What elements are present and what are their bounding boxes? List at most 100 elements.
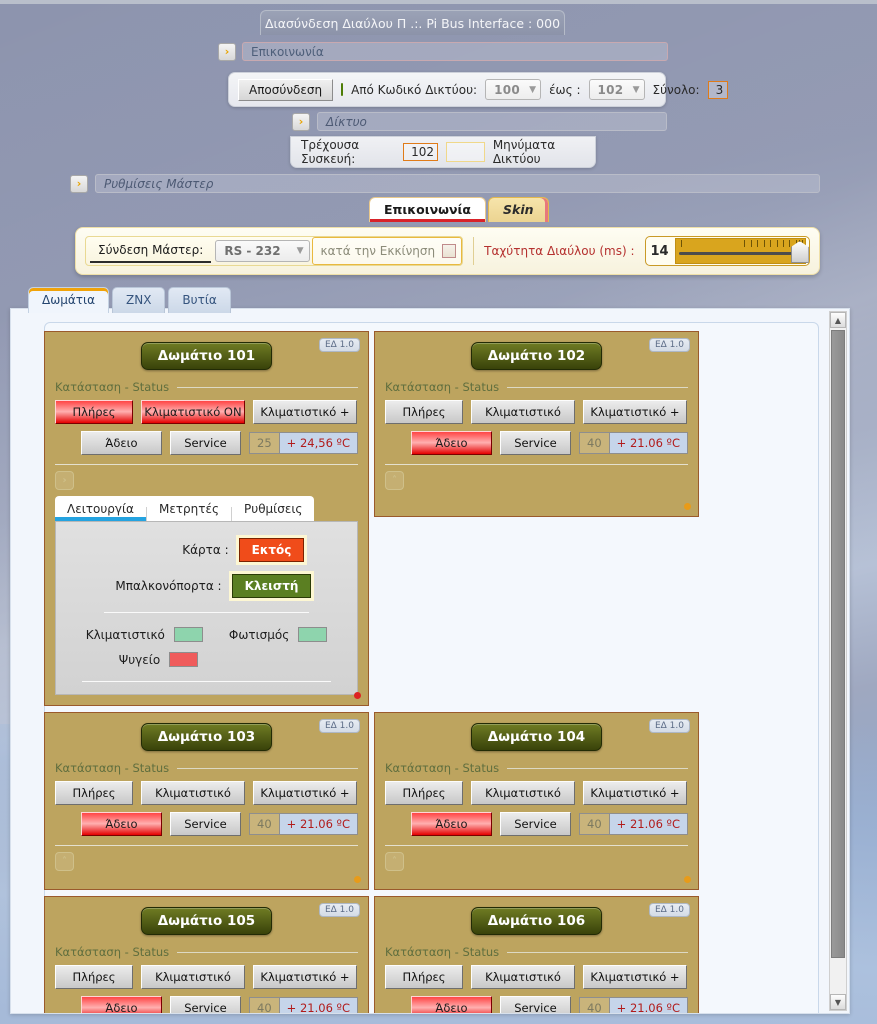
master-settings-expand-icon[interactable]: › xyxy=(70,174,88,193)
room-card[interactable]: ΕΔ 1.0 Δωμάτιο 103 Κατάσταση - Status Πλ… xyxy=(44,712,369,890)
room-title[interactable]: Δωμάτιο 104 xyxy=(470,723,603,751)
room-full-button[interactable]: Πλήρες xyxy=(55,965,133,989)
room-temperature-display: 40 + 21.06 ºC xyxy=(579,813,688,835)
total-label: Σύνολο: xyxy=(652,82,700,97)
network-expand-icon[interactable]: › xyxy=(292,112,310,131)
from-network-code-value: 100 xyxy=(494,82,521,97)
room-card[interactable]: ΕΔ 1.0 Δωμάτιο 101 Κατάσταση - Status Πλ… xyxy=(44,331,369,706)
room-status-dot xyxy=(684,876,691,883)
balcony-state-button[interactable]: Κλειστή xyxy=(231,574,312,598)
room-secondary-buttons: Άδειο Service 40 + 21.06 ºC xyxy=(385,996,688,1013)
room-empty-button[interactable]: Άδειο xyxy=(81,431,162,455)
room-ac-button[interactable]: Κλιματιστικό xyxy=(141,781,245,805)
room-title[interactable]: Δωμάτιο 103 xyxy=(140,723,273,751)
room-detail-tabs: Λειτουργία Μετρητές Ρυθμίσεις xyxy=(55,496,315,521)
room-expand-toggle[interactable]: ˄ xyxy=(385,471,404,490)
room-title[interactable]: Δωμάτιο 101 xyxy=(140,342,273,370)
boot-option-checkbox[interactable] xyxy=(442,244,457,258)
address-row: › Επικοινωνία xyxy=(218,42,668,61)
network-messages-field[interactable] xyxy=(445,142,485,162)
tab-domatia[interactable]: Δωμάτια xyxy=(28,287,109,313)
room-full-button[interactable]: Πλήρες xyxy=(55,781,133,805)
room-card[interactable]: ΕΔ 1.0 Δωμάτιο 102 Κατάσταση - Status Πλ… xyxy=(374,331,699,517)
to-network-code-select[interactable]: 102 ▼ xyxy=(588,79,645,100)
room-setpoint-value: 25 xyxy=(249,432,280,454)
room-ac-button[interactable]: Κλιματιστικό xyxy=(471,965,575,989)
room-ac-plus-button[interactable]: Κλιματιστικό + xyxy=(583,400,687,424)
room-title[interactable]: Δωμάτιο 105 xyxy=(140,907,273,935)
chevron-down-icon: ▼ xyxy=(529,84,537,95)
room-status-dot xyxy=(354,692,361,699)
bus-speed-group: 14 xyxy=(644,236,810,266)
room-ac-plus-button[interactable]: Κλιματιστικό + xyxy=(253,781,357,805)
room-secondary-buttons: Άδειο Service 25 + 24,56 ºC xyxy=(55,431,358,455)
room-full-button[interactable]: Πλήρες xyxy=(385,965,463,989)
room-expand-toggle[interactable]: ˄ xyxy=(55,852,74,871)
room-detail-tab-leitourgia[interactable]: Λειτουργία xyxy=(55,496,146,521)
room-status-label: Κατάσταση - Status xyxy=(55,380,170,394)
room-empty-button[interactable]: Άδειο xyxy=(81,996,162,1013)
room-ac-button[interactable]: Κλιματιστικό xyxy=(141,965,245,989)
divider xyxy=(177,386,358,388)
room-ac-plus-button[interactable]: Κλιματιστικό + xyxy=(253,965,357,989)
room-ac-plus-button[interactable]: Κλιματιστικό + xyxy=(583,781,687,805)
scroll-down-button[interactable]: ▼ xyxy=(830,994,846,1010)
room-full-button[interactable]: Πλήρες xyxy=(55,400,133,424)
room-version-badge: ΕΔ 1.0 xyxy=(318,903,360,917)
room-secondary-buttons: Άδειο Service 40 + 21.06 ºC xyxy=(55,812,358,836)
room-service-button[interactable]: Service xyxy=(169,812,242,836)
room-service-button[interactable]: Service xyxy=(499,431,572,455)
room-detail-tab-rythmiseis[interactable]: Ρυθμίσεις xyxy=(232,496,314,521)
master-port-select[interactable]: RS - 232 ▼ xyxy=(215,240,310,262)
room-ac-plus-button[interactable]: Κλιματιστικό + xyxy=(253,400,357,424)
scrollbar-thumb[interactable] xyxy=(831,330,845,958)
room-ac-button[interactable]: Κλιματιστικό xyxy=(471,400,575,424)
room-service-button[interactable]: Service xyxy=(499,812,572,836)
room-full-button[interactable]: Πλήρες xyxy=(385,400,463,424)
tab-znx[interactable]: ZNX xyxy=(112,287,166,313)
room-empty-button[interactable]: Άδειο xyxy=(411,996,492,1013)
disconnect-button[interactable]: Αποσύνδεση xyxy=(238,78,334,101)
ac-indicator-label: Κλιματιστικό xyxy=(85,627,165,642)
room-temperature-display: 40 + 21.06 ºC xyxy=(249,997,358,1013)
scroll-up-button[interactable]: ▲ xyxy=(830,312,846,328)
room-expand-toggle[interactable]: › xyxy=(55,471,74,490)
room-status-buttons: Πλήρες Κλιματιστικό Κλιματιστικό + xyxy=(55,965,358,989)
boot-option-group: κατά την Εκκίνηση xyxy=(311,237,463,265)
room-card[interactable]: ΕΔ 1.0 Δωμάτιο 104 Κατάσταση - Status Πλ… xyxy=(374,712,699,890)
room-version-badge: ΕΔ 1.0 xyxy=(648,338,690,352)
room-empty-button[interactable]: Άδειο xyxy=(411,431,492,455)
room-status-buttons: Πλήρες Κλιματιστικό ON Κλιματιστικό + xyxy=(55,400,358,424)
boot-option-label: κατά την Εκκίνηση xyxy=(320,244,436,258)
network-label[interactable]: Δίκτυο xyxy=(317,112,667,131)
tab-vytia[interactable]: Βυτία xyxy=(168,287,231,313)
master-settings-label[interactable]: Ρυθμίσεις Μάστερ xyxy=(95,174,820,193)
room-service-button[interactable]: Service xyxy=(499,996,572,1013)
room-empty-button[interactable]: Άδειο xyxy=(411,812,492,836)
card-state-button[interactable]: Εκτός xyxy=(238,538,305,562)
master-port-value: RS - 232 xyxy=(224,244,281,258)
tab-epikoinonia[interactable]: Επικοινωνία xyxy=(369,197,486,222)
device-bar: Τρέχουσα Συσκευή: 102 Μηνύματα Δικτύου xyxy=(290,136,596,168)
room-ac-button[interactable]: Κλιματιστικό ON xyxy=(141,400,245,424)
io-indicators-row-2: Ψυγείο xyxy=(70,652,343,667)
room-card[interactable]: ΕΔ 1.0 Δωμάτιο 106 Κατάσταση - Status Πλ… xyxy=(374,896,699,1013)
room-service-button[interactable]: Service xyxy=(169,431,242,455)
room-title[interactable]: Δωμάτιο 102 xyxy=(470,342,603,370)
from-network-code-select[interactable]: 100 ▼ xyxy=(485,79,542,100)
bus-speed-slider[interactable] xyxy=(674,238,809,264)
room-empty-button[interactable]: Άδειο xyxy=(81,812,162,836)
room-ac-button[interactable]: Κλιματιστικό xyxy=(471,781,575,805)
slider-rail xyxy=(678,252,802,255)
room-service-button[interactable]: Service xyxy=(169,996,242,1013)
address-label[interactable]: Επικοινωνία xyxy=(242,42,668,61)
address-expand-icon[interactable]: › xyxy=(218,42,236,61)
vertical-scrollbar[interactable]: ▲ ▼ xyxy=(829,311,847,1011)
tab-skin[interactable]: Skin xyxy=(488,197,549,222)
room-title[interactable]: Δωμάτιο 106 xyxy=(470,907,603,935)
room-full-button[interactable]: Πλήρες xyxy=(385,781,463,805)
room-detail-tab-metrites[interactable]: Μετρητές xyxy=(147,496,231,521)
room-ac-plus-button[interactable]: Κλιματιστικό + xyxy=(583,965,687,989)
room-card[interactable]: ΕΔ 1.0 Δωμάτιο 105 Κατάσταση - Status Πλ… xyxy=(44,896,369,1013)
room-expand-toggle[interactable]: ˄ xyxy=(385,852,404,871)
